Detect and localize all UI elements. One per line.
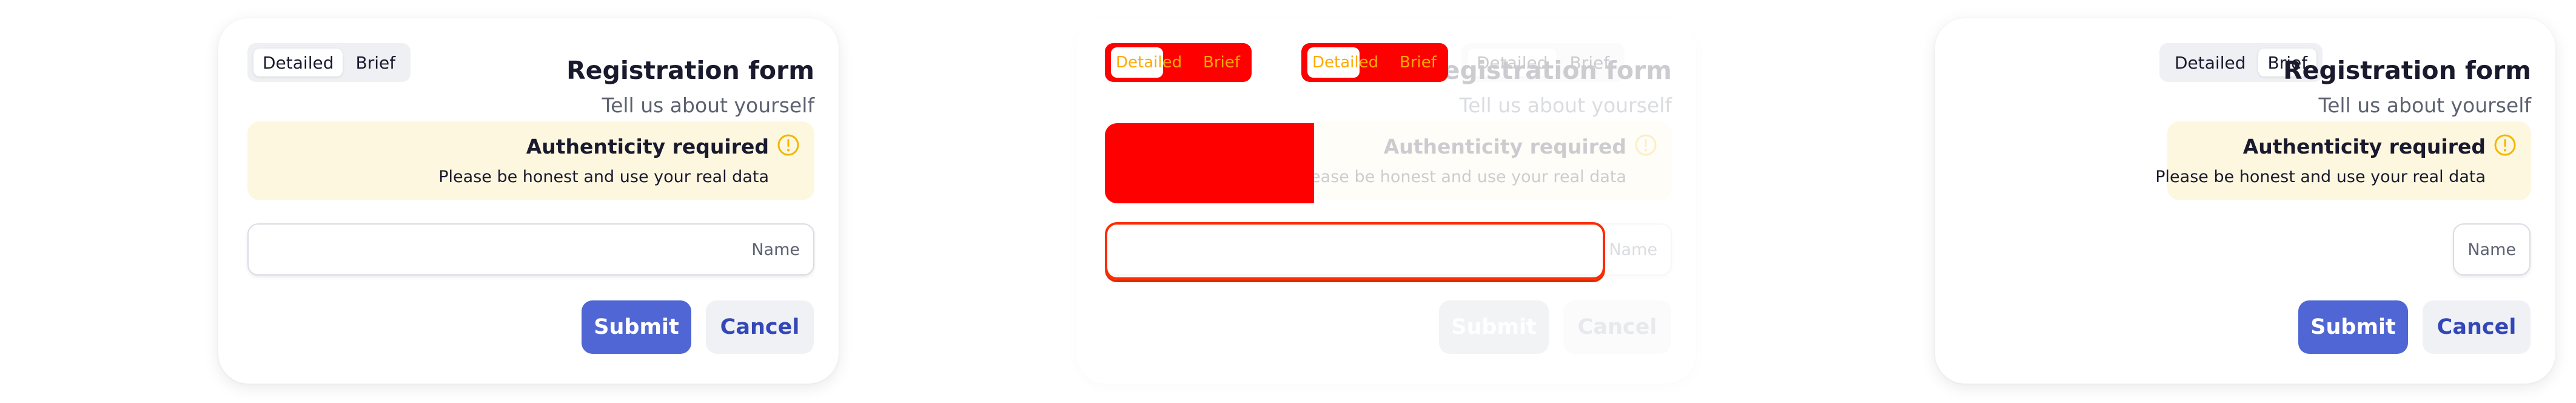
- name-placeholder: Name: [2467, 240, 2516, 259]
- authenticity-alert: Authenticity required Please be honest a…: [247, 121, 814, 200]
- alert-message: Please be honest and use your real data: [2155, 168, 2486, 186]
- alert-title: Authenticity required: [1383, 135, 1626, 158]
- warning-circle-icon: [777, 134, 799, 156]
- form-title: Registration form: [2283, 56, 2531, 85]
- toggle-detailed[interactable]: Detailed: [253, 49, 343, 76]
- authenticity-alert: Authenticity required Please be honest a…: [2155, 121, 2531, 200]
- form-subtitle: Tell us about yourself: [602, 93, 814, 117]
- debug-label-brief: Brief: [1203, 53, 1240, 72]
- debug-toggle-highlight-1: Detailed Brief: [1105, 43, 1252, 82]
- form-subtitle: Tell us about yourself: [1459, 93, 1672, 117]
- cancel-button[interactable]: Cancel: [706, 300, 814, 354]
- toggle-brief[interactable]: Brief: [346, 49, 404, 76]
- debug-alert-highlight: [1105, 123, 1314, 203]
- debug-toggle-highlight-2: Detailed Brief: [1301, 43, 1448, 82]
- alert-message: Please be honest and use your real data: [438, 168, 769, 186]
- submit-button[interactable]: Submit: [2298, 300, 2408, 354]
- form-title: Registration form: [566, 56, 814, 85]
- toggle-detailed[interactable]: Detailed: [2165, 49, 2255, 76]
- submit-button[interactable]: Submit: [1439, 300, 1549, 354]
- debug-label-brief: Brief: [1400, 53, 1437, 72]
- alert-title: Authenticity required: [2242, 135, 2486, 158]
- name-placeholder: Name: [751, 240, 800, 259]
- alert-title: Authenticity required: [526, 135, 769, 158]
- form-subtitle: Tell us about yourself: [2318, 93, 2531, 117]
- debug-label-detailed: Detailed: [1116, 53, 1182, 72]
- submit-button[interactable]: Submit: [582, 300, 691, 354]
- form-title: Registration form: [1424, 56, 1672, 85]
- cancel-button[interactable]: Cancel: [2423, 300, 2531, 354]
- cancel-button[interactable]: Cancel: [1563, 300, 1671, 354]
- registration-card-detailed: Detailed Brief Registration form Tell us…: [218, 18, 839, 384]
- debug-field-highlight: [1105, 222, 1605, 280]
- registration-card-brief: Detailed Brief Registration form Tell us…: [1935, 18, 2555, 384]
- name-input[interactable]: Name: [2453, 223, 2531, 276]
- view-toggle: Detailed Brief: [247, 43, 411, 82]
- name-placeholder: Name: [1609, 240, 1657, 259]
- name-input[interactable]: Name: [247, 223, 814, 276]
- warning-circle-icon: [2494, 134, 2516, 156]
- debug-label-detailed: Detailed: [1312, 53, 1379, 72]
- alert-message: Please be honest and use your real data: [1296, 168, 1626, 186]
- warning-circle-icon: [1635, 134, 1657, 156]
